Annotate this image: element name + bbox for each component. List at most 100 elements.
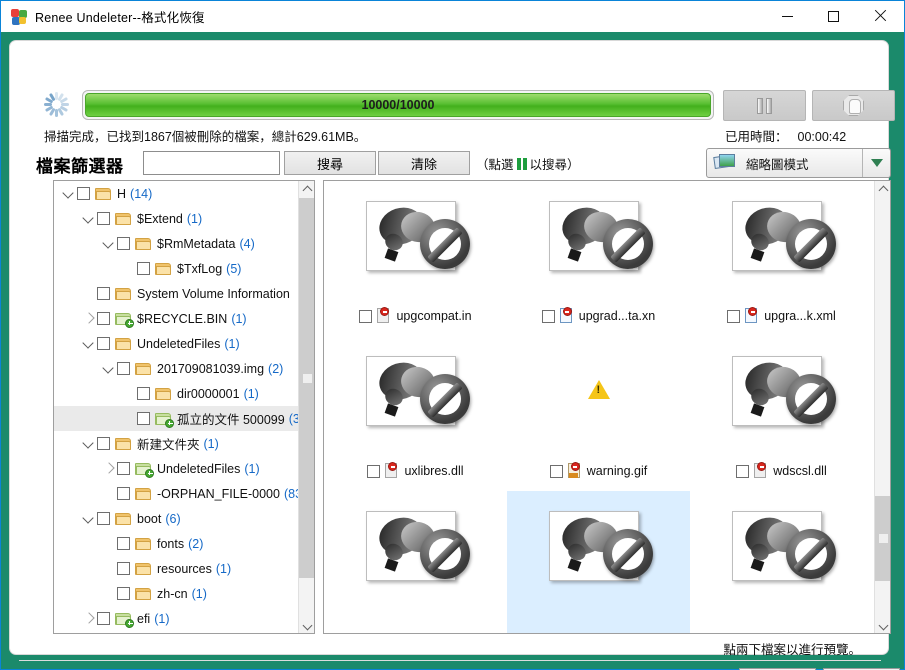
view-mode-dropdown[interactable]: 縮略圖模式 <box>706 148 891 178</box>
chevron-down-icon[interactable] <box>80 435 97 452</box>
chevron-up-icon <box>880 186 887 193</box>
thumbnail-cell[interactable] <box>507 491 690 633</box>
thumbnails-scroll-down-button[interactable] <box>875 616 890 633</box>
chevron-right-icon[interactable] <box>80 610 97 627</box>
tree-item-checkbox[interactable] <box>97 212 110 225</box>
tree-item[interactable]: -ORPHAN_FILE-0000(83) <box>54 481 298 506</box>
tree-item-checkbox[interactable] <box>77 187 90 200</box>
tree-scroll-up-button[interactable] <box>299 181 314 198</box>
tree-item-checkbox[interactable] <box>97 512 110 525</box>
tree-item[interactable]: 新建文件夾 (1) <box>54 431 298 456</box>
blocked-image-preview-icon <box>362 352 470 432</box>
search-button[interactable]: 搜尋 <box>284 151 376 175</box>
tree-item[interactable]: 201709081039.img (2) <box>54 356 298 381</box>
tree-item-checkbox[interactable] <box>117 537 130 550</box>
thumbnail-cell[interactable]: wdscsl.dll <box>690 336 873 491</box>
tree-item[interactable]: System Volume Information <box>54 281 298 306</box>
chevron-down-icon[interactable] <box>80 335 97 352</box>
tree-item[interactable]: H (14) <box>54 181 298 206</box>
elapsed-value: 00:00:42 <box>797 130 847 144</box>
tree-item[interactable]: $RmMetadata (4) <box>54 231 298 256</box>
tree-item-checkbox[interactable] <box>117 362 130 375</box>
file-checkbox[interactable] <box>541 309 555 323</box>
thumbnails-scroll-thumb[interactable] <box>875 496 890 581</box>
tree-item[interactable]: sources(52) <box>54 631 298 633</box>
tree-item-checkbox[interactable] <box>117 462 130 475</box>
progress-label: 10000/10000 <box>361 98 435 112</box>
thumbnail-cell[interactable]: upgcompat.in <box>324 181 507 336</box>
tree-item[interactable]: $TxfLog (5) <box>54 256 298 281</box>
tree-item[interactable]: $Extend (1) <box>54 206 298 231</box>
thumbnail-cell[interactable]: upgrad...ta.xn <box>507 181 690 336</box>
tree-item-checkbox[interactable] <box>97 437 110 450</box>
chevron-down-icon[interactable] <box>80 510 97 527</box>
dropdown-arrow-button[interactable] <box>862 149 890 177</box>
folder-tree-list[interactable]: H (14) $Extend (1) $RmMetadata (4) $TxfLog (5) S… <box>54 181 298 633</box>
minimize-icon <box>781 15 793 17</box>
tree-item-checkbox[interactable] <box>117 587 130 600</box>
tree-item-checkbox[interactable] <box>117 562 130 575</box>
thumbnail-cell[interactable]: uxlibres.dll <box>324 336 507 491</box>
tree-item[interactable]: UndeletedFiles (1) <box>54 456 298 481</box>
tree-item-count: (1) <box>203 436 219 451</box>
scroll-grip <box>303 374 312 383</box>
close-button[interactable] <box>856 0 904 32</box>
thumbnail-cell[interactable] <box>324 491 507 633</box>
thumbnail-label-row: wdscsl.dll <box>736 462 827 479</box>
blocked-image-preview-icon <box>362 197 470 277</box>
file-filter-input[interactable] <box>143 151 280 175</box>
tree-item-checkbox[interactable] <box>137 387 150 400</box>
chevron-down-icon[interactable] <box>100 235 117 252</box>
thumbnail-cell[interactable]: warning.gif <box>507 336 690 491</box>
tree-item[interactable]: zh-cn (1) <box>54 581 298 606</box>
tree-item-label: UndeletedFiles <box>137 336 221 351</box>
tree-item-label: resources <box>157 561 212 576</box>
tree-item-checkbox[interactable] <box>97 612 110 625</box>
chevron-right-icon[interactable] <box>100 460 117 477</box>
minimize-button[interactable] <box>764 0 810 32</box>
tree-item-checkbox[interactable] <box>137 412 150 425</box>
tree-item[interactable]: efi (1) <box>54 606 298 631</box>
chevron-right-icon[interactable] <box>80 310 97 327</box>
thumbnail-cell[interactable] <box>690 491 873 633</box>
tree-item[interactable]: boot (6) <box>54 506 298 531</box>
pause-button[interactable] <box>723 90 806 121</box>
thumbnail-label-row: uxlibres.dll <box>367 462 464 479</box>
chevron-down-icon[interactable] <box>80 210 97 227</box>
thumbnails-scrollbar[interactable] <box>874 181 890 633</box>
thumbnails-grid[interactable]: upgcompat.in upgrad...ta.xn upgra...k.xml u… <box>324 181 873 633</box>
tree-item-checkbox[interactable] <box>97 337 110 350</box>
tree-item[interactable]: dir0000001 (1) <box>54 381 298 406</box>
file-checkbox[interactable] <box>736 464 750 478</box>
file-checkbox[interactable] <box>359 309 373 323</box>
file-filter-label: 檔案篩選器 <box>36 157 124 176</box>
file-checkbox[interactable] <box>549 464 563 478</box>
file-checkbox[interactable] <box>367 464 381 478</box>
file-name-label: uxlibres.dll <box>404 464 464 478</box>
tree-item[interactable]: resources (1) <box>54 556 298 581</box>
tree-item-checkbox[interactable] <box>137 262 150 275</box>
tree-item-checkbox[interactable] <box>117 487 130 500</box>
thumbnail-cell[interactable]: upgra...k.xml <box>690 181 873 336</box>
tree-item-checkbox[interactable] <box>117 237 130 250</box>
tree-item[interactable]: UndeletedFiles (1) <box>54 331 298 356</box>
chevron-down-icon[interactable] <box>100 360 117 377</box>
stop-button[interactable] <box>812 90 895 121</box>
tree-scrollbar[interactable] <box>298 181 314 633</box>
file-checkbox[interactable] <box>727 309 741 323</box>
tree-scroll-down-button[interactable] <box>299 616 314 633</box>
tree-item-checkbox[interactable] <box>97 312 110 325</box>
clear-button[interactable]: 清除 <box>378 151 470 175</box>
folder-icon <box>115 512 132 526</box>
tree-item[interactable]: $RECYCLE.BIN (1) <box>54 306 298 331</box>
thumbnails-scroll-up-button[interactable] <box>875 181 890 198</box>
tree-item[interactable]: 孤立的文件 500099(3 <box>54 406 298 431</box>
title-bar: Renee Undeleter--格式化恢復 <box>0 0 905 32</box>
tree-scroll-thumb[interactable] <box>299 198 314 578</box>
tree-item[interactable]: fonts (2) <box>54 531 298 556</box>
maximize-button[interactable] <box>810 0 856 32</box>
tree-item-checkbox[interactable] <box>97 287 110 300</box>
folder-icon <box>135 537 152 551</box>
chevron-down-icon[interactable] <box>60 185 77 202</box>
